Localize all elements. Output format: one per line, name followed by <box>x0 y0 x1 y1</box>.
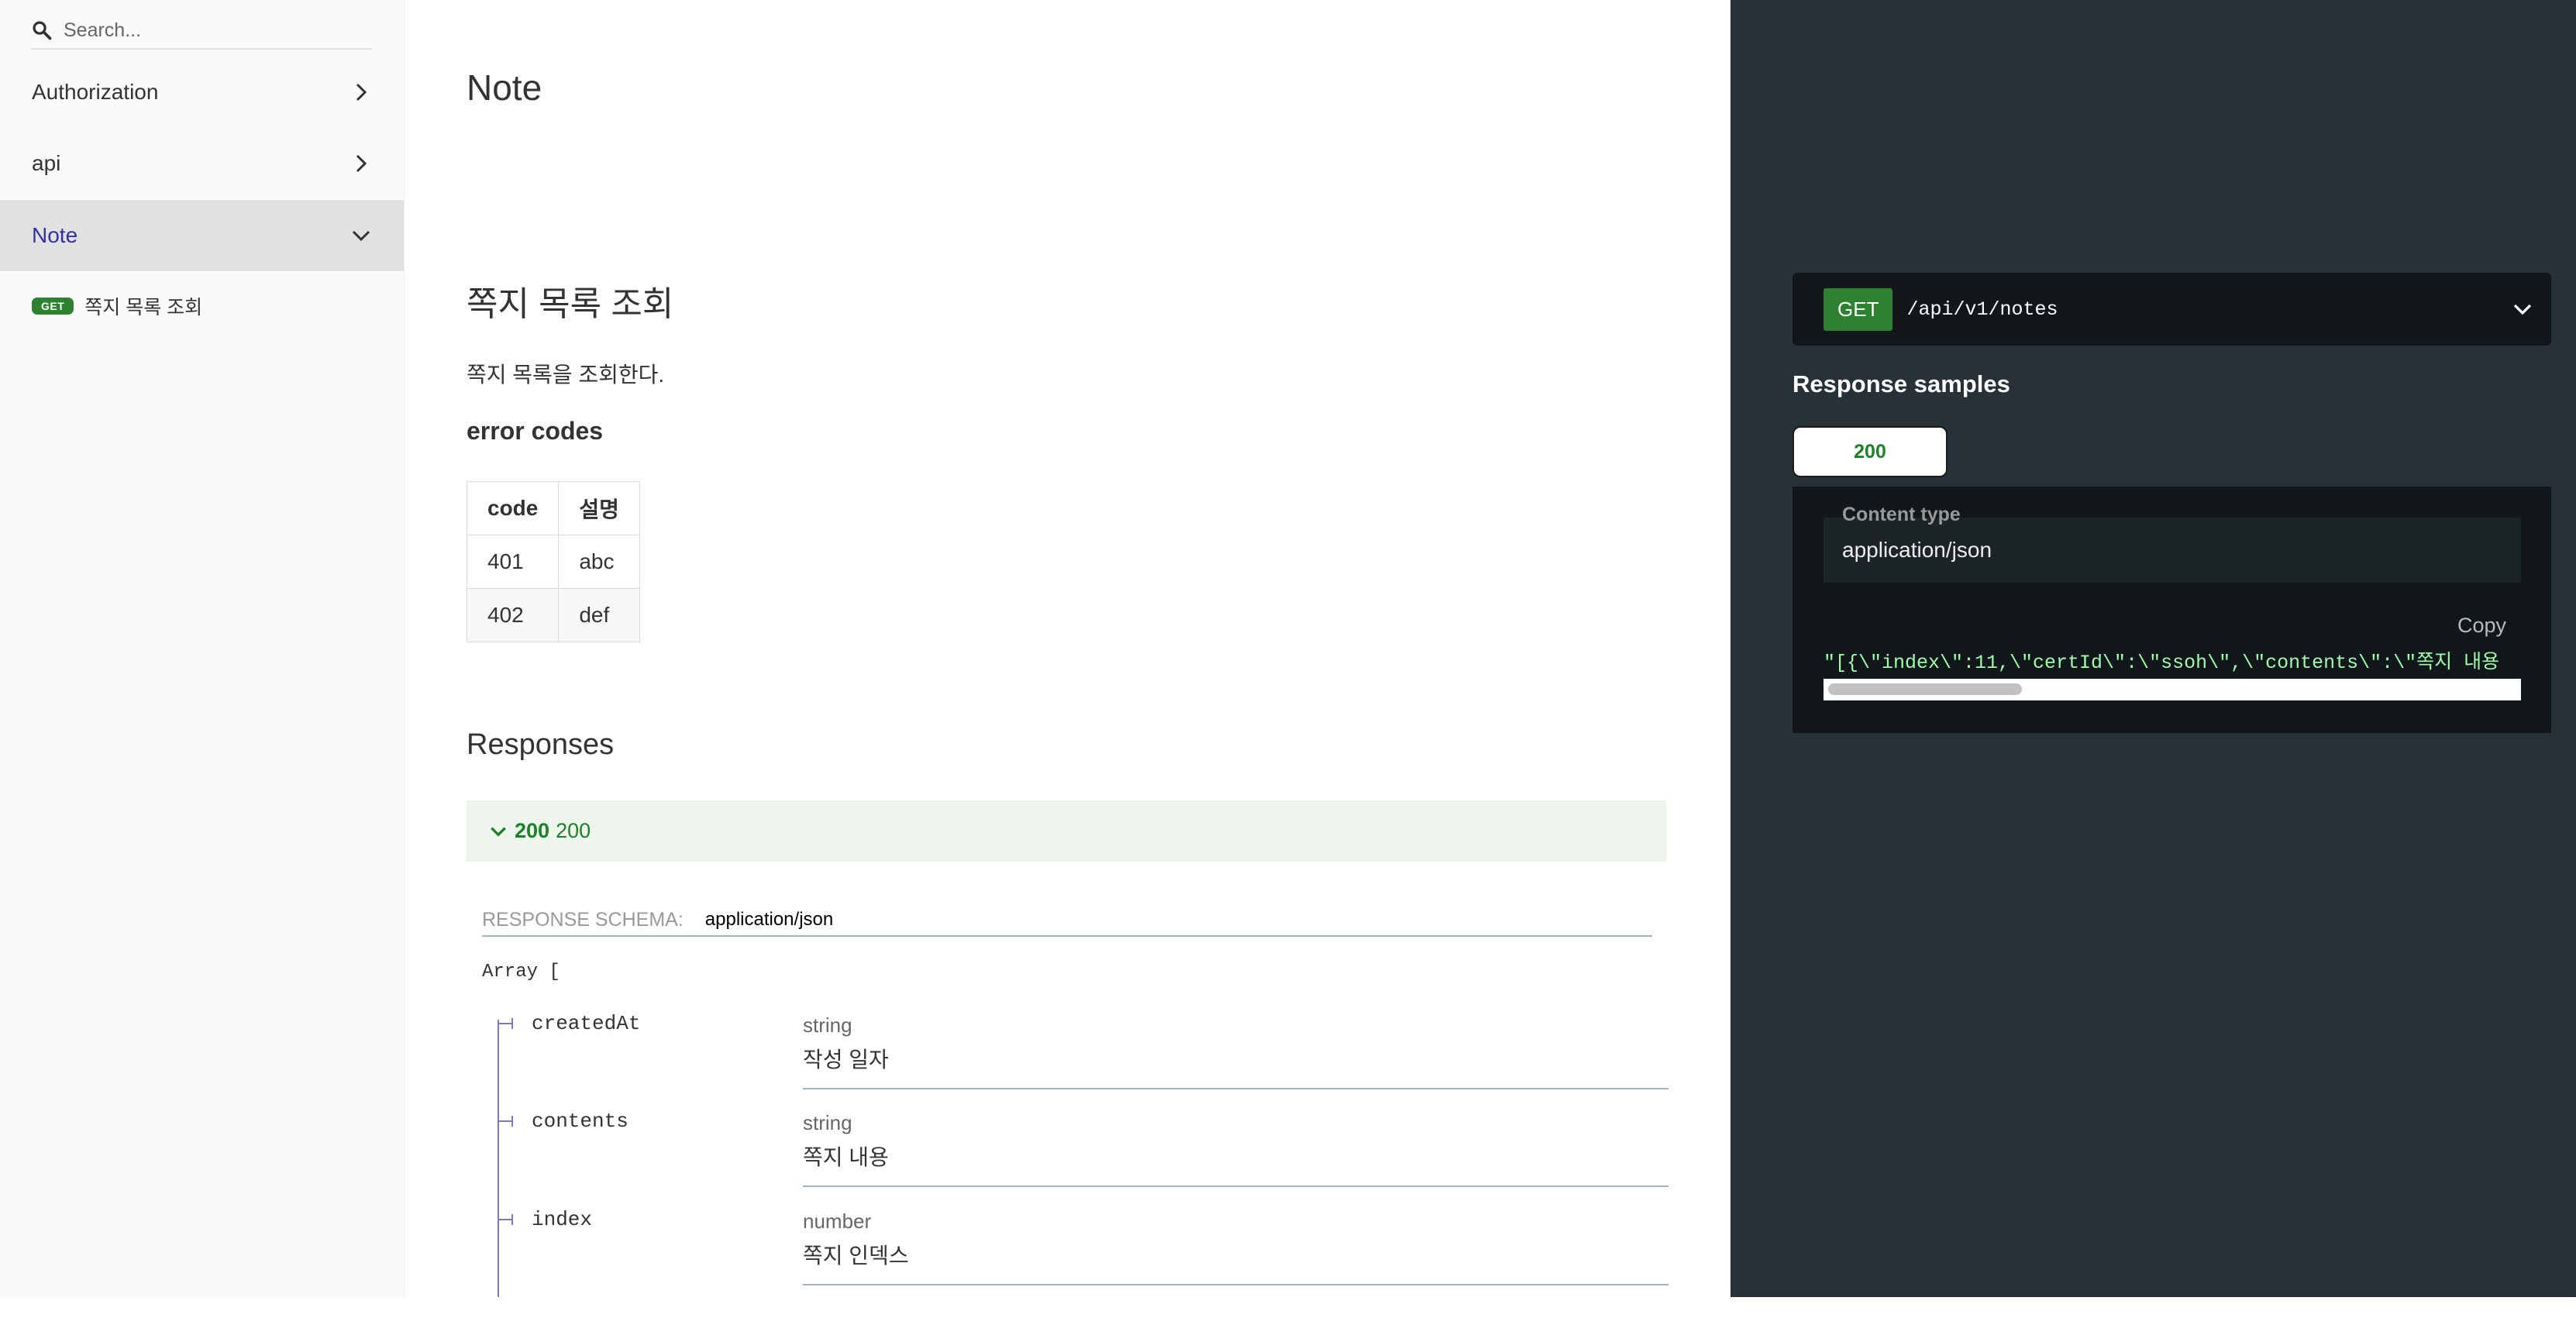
sidebar-item-label: Note <box>32 223 78 247</box>
table-header: code <box>466 481 560 535</box>
property-type: number <box>803 1210 872 1233</box>
property-description: 쪽지 내용 <box>803 1145 889 1169</box>
response-status-text: 200 <box>556 819 591 842</box>
tree-connector <box>511 1214 513 1225</box>
endpoint-path: /api/v1/notes <box>1906 298 2058 321</box>
table-header-row: code 설명 <box>466 481 640 535</box>
operation-description: 쪽지 목록을 조회한다. <box>467 363 665 387</box>
copy-button[interactable]: Copy <box>2457 614 2506 638</box>
response-status-code: 200 <box>515 819 550 842</box>
page-title: Note <box>467 67 542 108</box>
divider <box>803 1284 1669 1285</box>
error-codes-heading: error codes <box>467 417 604 445</box>
tree-connector <box>511 1018 513 1029</box>
response-samples-title: Response samples <box>1793 370 2010 397</box>
property-description: 쪽지 인덱스 <box>803 1244 909 1268</box>
property-name: contents <box>532 1110 629 1133</box>
sidebar-item-note[interactable]: Note <box>0 200 404 271</box>
response-schema: Response Schema: application/json <box>482 904 1652 937</box>
property-row: createdAt string 작성 일자 <box>498 1012 1669 1122</box>
property-name: index <box>532 1208 593 1231</box>
sidebar: Authorization api Note GET 쪽지 목록 조회 <box>0 0 405 1297</box>
operation-title: 쪽지 목록 조회 <box>467 285 674 323</box>
property-row: contents string 쪽지 내용 <box>498 1110 1669 1220</box>
schema-type: application/json <box>704 909 834 930</box>
samples-panel: GET /api/v1/notes Response samples 200 a… <box>1731 0 2576 1297</box>
search-icon <box>33 21 52 40</box>
tree-connector <box>498 1219 513 1220</box>
content-type-select[interactable]: application/json <box>1824 518 2521 583</box>
responses-heading: Responses <box>467 728 615 761</box>
code-sample: "[{\"index\":11,\"certId\":\"ssoh\",\"co… <box>1824 652 2500 674</box>
content-type-label: Content type <box>1842 504 1961 525</box>
divider <box>803 1088 1669 1089</box>
chevron-right-icon <box>356 154 367 173</box>
error-codes-table: code 설명 401 abc 402 def <box>466 481 640 642</box>
schema-label: Response Schema: <box>482 908 684 931</box>
chevron-right-icon <box>356 83 367 102</box>
sample-panel: application/json Content type Copy "[{\"… <box>1793 487 2551 733</box>
property-type: string <box>803 1111 852 1134</box>
horizontal-scrollbar[interactable] <box>1824 679 2521 700</box>
tab-200[interactable]: 200 <box>1793 426 1947 477</box>
table-cell: 401 <box>466 535 560 589</box>
tree-connector <box>511 1116 513 1127</box>
sidebar-subitem-list-notes[interactable]: GET 쪽지 목록 조회 <box>32 292 202 320</box>
table-cell: 402 <box>466 588 560 642</box>
content-type-value: application/json <box>1842 538 1992 562</box>
chevron-down-icon <box>491 827 506 837</box>
property-type: string <box>803 1013 852 1037</box>
get-method-badge: GET <box>32 298 74 315</box>
property-row: index number 쪽지 인덱스 <box>498 1208 1669 1318</box>
sidebar-item-label: Authorization <box>32 80 159 104</box>
table-row: 402 def <box>466 588 640 642</box>
array-open: Array [ <box>482 962 560 982</box>
search-box <box>31 12 372 50</box>
response-200-toggle[interactable]: 200 200 <box>467 800 1666 862</box>
chevron-down-icon <box>2513 304 2532 315</box>
main-content: Note 쪽지 목록 조회 쪽지 목록을 조회한다. error codes c… <box>405 0 1730 1297</box>
scrollbar-thumb[interactable] <box>1828 683 2022 695</box>
tree-connector <box>498 1120 513 1122</box>
property-name: createdAt <box>532 1012 641 1035</box>
chevron-down-icon <box>352 230 370 242</box>
table-cell: abc <box>558 535 640 589</box>
sidebar-item-authorization[interactable]: Authorization <box>0 57 404 128</box>
property-description: 작성 일자 <box>803 1048 889 1072</box>
sidebar-item-label: api <box>32 151 61 175</box>
http-method-badge: GET <box>1824 287 1893 331</box>
divider <box>803 1186 1669 1187</box>
sidebar-item-api[interactable]: api <box>0 128 404 199</box>
search-input[interactable] <box>64 19 358 42</box>
tree-connector <box>498 1023 513 1024</box>
sidebar-subitem-label: 쪽지 목록 조회 <box>84 297 203 318</box>
table-row: 401 abc <box>466 535 640 589</box>
table-cell: def <box>558 588 640 642</box>
endpoint-bar[interactable]: GET /api/v1/notes <box>1793 273 2551 346</box>
table-header: 설명 <box>558 481 640 535</box>
